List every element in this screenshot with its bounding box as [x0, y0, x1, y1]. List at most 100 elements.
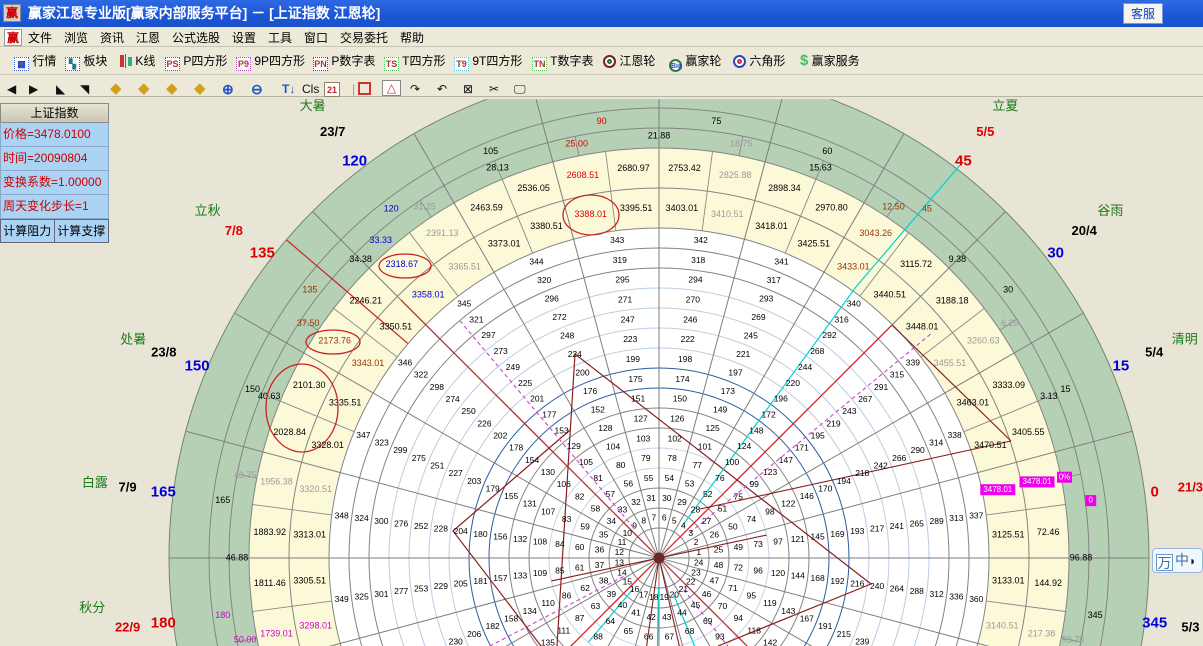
- svg-text:53: 53: [685, 478, 695, 488]
- svg-text:240: 240: [870, 581, 884, 591]
- svg-text:85: 85: [555, 565, 565, 575]
- svg-text:81: 81: [593, 473, 603, 483]
- svg-text:72: 72: [734, 563, 744, 573]
- svg-text:78: 78: [667, 453, 677, 463]
- svg-text:315: 315: [890, 370, 904, 380]
- svg-text:68: 68: [685, 626, 695, 636]
- svg-text:白露: 白露: [82, 475, 108, 490]
- svg-text:277: 277: [394, 586, 408, 596]
- svg-text:15.63: 15.63: [809, 162, 832, 172]
- svg-text:45: 45: [922, 203, 932, 213]
- svg-text:44: 44: [677, 608, 687, 618]
- svg-text:3463.01: 3463.01: [957, 398, 990, 408]
- svg-text:300: 300: [374, 516, 388, 526]
- svg-text:174: 174: [675, 374, 689, 384]
- svg-text:348: 348: [335, 510, 349, 520]
- svg-text:321: 321: [469, 314, 483, 324]
- svg-text:239: 239: [855, 636, 869, 646]
- svg-text:216: 216: [850, 578, 864, 588]
- svg-text:253: 253: [414, 584, 428, 594]
- svg-text:103: 103: [636, 433, 650, 443]
- svg-text:349: 349: [335, 594, 349, 604]
- svg-text:70: 70: [718, 601, 728, 611]
- svg-text:83: 83: [562, 514, 572, 524]
- svg-text:9.38: 9.38: [949, 254, 967, 264]
- svg-text:179: 179: [486, 483, 500, 493]
- svg-text:3405.55: 3405.55: [1012, 427, 1045, 437]
- svg-text:197: 197: [728, 367, 742, 377]
- svg-text:17: 17: [639, 589, 649, 599]
- svg-text:225: 225: [518, 378, 532, 388]
- svg-text:276: 276: [394, 518, 408, 528]
- svg-text:54: 54: [665, 473, 675, 483]
- svg-text:120: 120: [384, 203, 399, 213]
- svg-text:199: 199: [626, 354, 640, 364]
- svg-text:250: 250: [462, 406, 476, 416]
- svg-text:217.38: 217.38: [1028, 628, 1056, 638]
- svg-text:153: 153: [555, 425, 569, 435]
- svg-text:3260.63: 3260.63: [967, 336, 1000, 346]
- svg-text:大暑: 大暑: [300, 98, 326, 113]
- svg-text:37: 37: [595, 560, 605, 570]
- svg-text:215: 215: [837, 629, 851, 639]
- svg-text:296: 296: [545, 294, 559, 304]
- svg-text:101: 101: [698, 441, 712, 451]
- svg-text:75: 75: [734, 491, 744, 501]
- svg-text:273: 273: [494, 346, 508, 356]
- svg-text:1739.01: 1739.01: [260, 628, 293, 638]
- svg-text:立夏: 立夏: [992, 98, 1018, 113]
- svg-text:3395.51: 3395.51: [620, 203, 653, 213]
- svg-text:252: 252: [414, 521, 428, 531]
- svg-text:104: 104: [606, 441, 620, 451]
- svg-text:320: 320: [537, 275, 551, 285]
- svg-text:3433.01: 3433.01: [837, 261, 870, 271]
- svg-text:秋分: 秋分: [79, 600, 105, 615]
- svg-text:66: 66: [644, 632, 654, 642]
- svg-text:274: 274: [446, 394, 460, 404]
- svg-text:175: 175: [628, 374, 642, 384]
- svg-text:297: 297: [481, 330, 495, 340]
- svg-text:169: 169: [830, 529, 844, 539]
- svg-text:222: 222: [681, 334, 695, 344]
- svg-text:226: 226: [477, 418, 491, 428]
- svg-text:151: 151: [631, 394, 645, 404]
- svg-text:2680.97: 2680.97: [617, 163, 650, 173]
- svg-text:8: 8: [641, 515, 646, 525]
- svg-text:50.00: 50.00: [234, 635, 257, 645]
- svg-text:120: 120: [342, 152, 367, 169]
- svg-text:301: 301: [374, 589, 388, 599]
- svg-text:2028.84: 2028.84: [273, 427, 306, 437]
- svg-text:69: 69: [703, 616, 713, 626]
- svg-text:170: 170: [818, 483, 832, 493]
- svg-text:204: 204: [454, 526, 468, 536]
- svg-text:227: 227: [449, 468, 463, 478]
- svg-text:128: 128: [598, 423, 612, 433]
- svg-text:182: 182: [486, 621, 500, 631]
- svg-text:1883.92: 1883.92: [254, 527, 287, 537]
- svg-text:12: 12: [615, 547, 625, 557]
- svg-text:7/9: 7/9: [119, 479, 137, 494]
- svg-text:346: 346: [398, 357, 412, 367]
- svg-text:67: 67: [665, 632, 675, 642]
- svg-text:40: 40: [618, 600, 628, 610]
- svg-text:133: 133: [513, 571, 527, 581]
- svg-text:26: 26: [710, 529, 720, 539]
- svg-text:12.50: 12.50: [882, 201, 905, 211]
- svg-text:319: 319: [613, 255, 627, 265]
- svg-text:5/5: 5/5: [976, 124, 994, 139]
- svg-text:168: 168: [811, 573, 825, 583]
- svg-text:338: 338: [948, 430, 962, 440]
- svg-text:312: 312: [930, 589, 944, 599]
- svg-text:3335.51: 3335.51: [329, 398, 362, 408]
- svg-text:200: 200: [575, 367, 589, 377]
- svg-text:43: 43: [662, 612, 672, 622]
- svg-text:31.25: 31.25: [413, 201, 436, 211]
- svg-text:77: 77: [693, 460, 703, 470]
- svg-text:96.88: 96.88: [1070, 552, 1093, 562]
- svg-text:3455.51: 3455.51: [934, 358, 967, 368]
- svg-text:203: 203: [467, 476, 481, 486]
- svg-text:173: 173: [721, 386, 735, 396]
- svg-text:73: 73: [753, 539, 763, 549]
- svg-text:57: 57: [606, 489, 616, 499]
- svg-text:2825.88: 2825.88: [719, 170, 752, 180]
